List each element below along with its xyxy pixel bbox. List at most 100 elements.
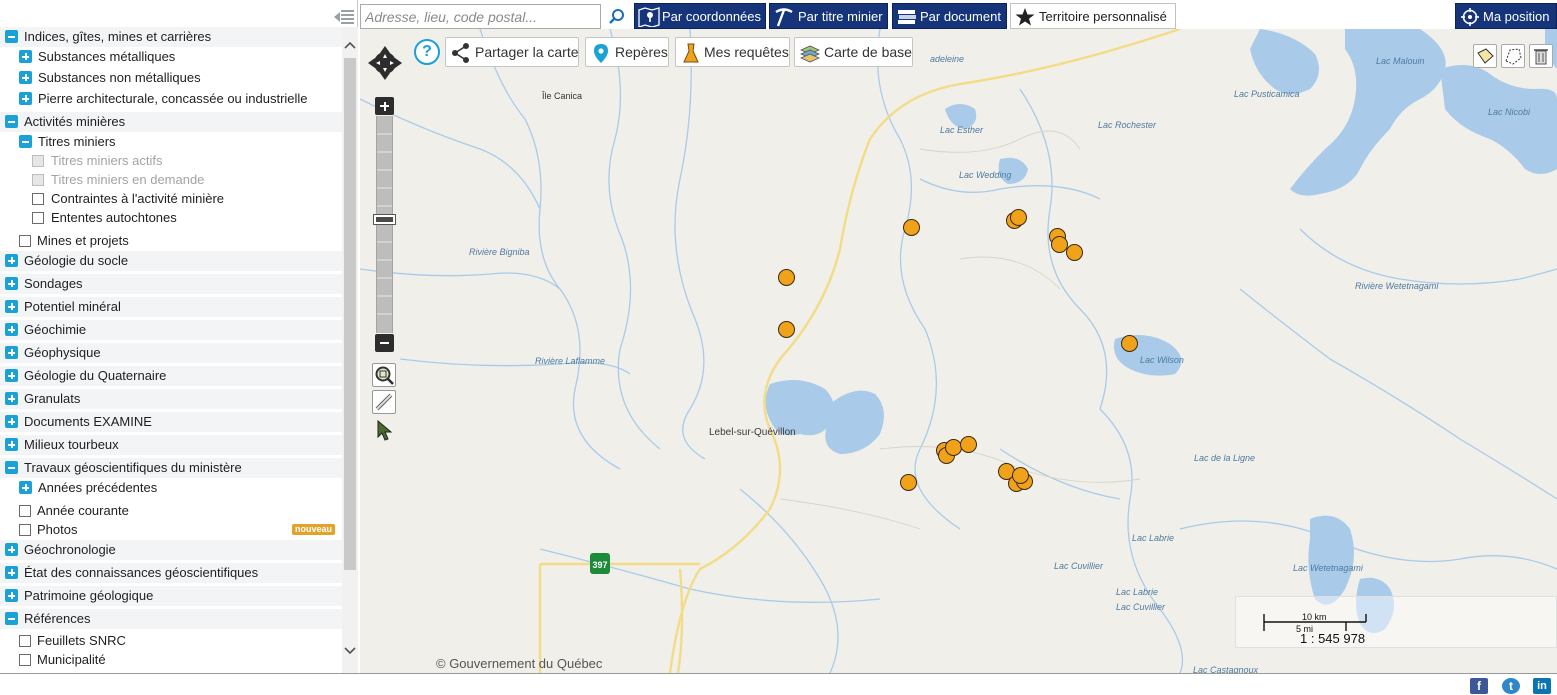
layer-row[interactable]: État des connaissances géoscientifiques: [0, 563, 342, 583]
search-by-document-button[interactable]: Par document: [892, 3, 1007, 29]
collapse-icon[interactable]: [5, 612, 18, 625]
help-button[interactable]: ?: [414, 39, 440, 65]
expand-icon[interactable]: [5, 323, 18, 336]
twitter-icon[interactable]: t: [1502, 678, 1520, 694]
expand-icon[interactable]: [5, 277, 18, 290]
map-marker[interactable]: [1010, 209, 1027, 226]
linkedin-icon[interactable]: in: [1533, 678, 1551, 694]
search-by-mining-title-button[interactable]: Par titre minier: [769, 3, 888, 29]
layer-checkbox[interactable]: [32, 155, 44, 167]
draw-polygon-button[interactable]: [1501, 44, 1525, 68]
my-queries-button[interactable]: Mes requêtes: [675, 37, 790, 67]
expand-icon[interactable]: [5, 438, 18, 451]
reperes-button[interactable]: Repères: [585, 37, 669, 67]
map-marker[interactable]: [778, 269, 795, 286]
layer-row[interactable]: Milieux tourbeux: [0, 435, 342, 455]
expand-icon[interactable]: [19, 71, 32, 84]
expand-icon[interactable]: [5, 543, 18, 556]
facebook-icon[interactable]: f: [1470, 678, 1488, 694]
scroll-up-button[interactable]: [342, 38, 358, 54]
expand-icon[interactable]: [5, 566, 18, 579]
map-canvas[interactable]: Île Canica adeleine Lac Esther Lac Roche…: [360, 29, 1557, 673]
place-label: Île Canica: [542, 91, 583, 101]
map-marker[interactable]: [1012, 467, 1029, 484]
collapse-icon[interactable]: [5, 30, 18, 43]
layer-row[interactable]: Géophysique: [0, 343, 342, 363]
map-marker[interactable]: [960, 436, 977, 453]
star-icon: [1015, 8, 1035, 26]
layer-checkbox[interactable]: [32, 193, 44, 205]
identify-button[interactable]: [374, 419, 396, 441]
map-pin-icon: [638, 7, 660, 27]
basemap-label: Carte de base: [824, 44, 912, 60]
layer-label: Milieux tourbeux: [24, 437, 119, 452]
layer-row[interactable]: Travaux géoscientifiques du ministère: [0, 458, 342, 478]
scroll-down-button[interactable]: [342, 642, 358, 658]
expand-icon[interactable]: [5, 300, 18, 313]
pan-control[interactable]: [366, 43, 404, 83]
map-marker[interactable]: [900, 474, 917, 491]
layer-checkbox[interactable]: [19, 524, 31, 536]
layer-row[interactable]: Documents EXAMINE: [0, 412, 342, 432]
collapse-icon[interactable]: [5, 461, 18, 474]
layer-checkbox[interactable]: [19, 654, 31, 666]
place-label: Lac Cuvillier: [1054, 561, 1104, 571]
place-label: Rivière Wetetnagami: [1355, 281, 1439, 291]
custom-territory-button[interactable]: Territoire personnalisé: [1010, 3, 1176, 29]
layer-row[interactable]: Potentiel minéral: [0, 297, 342, 317]
measure-button[interactable]: [372, 390, 396, 414]
zoom-slider[interactable]: [376, 116, 393, 333]
expand-icon[interactable]: [5, 415, 18, 428]
search-button[interactable]: [603, 4, 630, 29]
place-label: Lac Labrie: [1132, 533, 1175, 543]
expand-icon[interactable]: [19, 92, 32, 105]
layer-row[interactable]: Indices, gîtes, mines et carrières: [0, 27, 342, 47]
delete-drawing-button[interactable]: [1529, 44, 1553, 68]
map-marker[interactable]: [778, 321, 795, 338]
draw-polygon-icon: [1505, 48, 1522, 65]
layer-row[interactable]: Patrimoine géologique: [0, 586, 342, 606]
draw-rectangle-button[interactable]: [1473, 44, 1497, 68]
layer-label: Indices, gîtes, mines et carrières: [24, 29, 212, 44]
layer-label: Substances métalliques: [38, 49, 176, 64]
search-by-coordinates-button[interactable]: Par coordonnées: [634, 3, 766, 29]
layer-row[interactable]: Géochronologie: [0, 540, 342, 560]
basemap-button[interactable]: Carte de base: [794, 37, 913, 67]
zoom-in-button[interactable]: [375, 97, 394, 115]
collapse-icon[interactable]: [5, 115, 18, 128]
layer-row[interactable]: Références: [0, 609, 342, 629]
zoom-out-button[interactable]: [375, 334, 394, 352]
map-marker[interactable]: [1066, 244, 1083, 261]
expand-icon[interactable]: [5, 392, 18, 405]
scrollbar-thumb[interactable]: [344, 58, 356, 570]
expand-icon[interactable]: [5, 589, 18, 602]
collapse-icon[interactable]: [19, 135, 32, 148]
layer-checkbox[interactable]: [19, 505, 31, 517]
my-queries-label: Mes requêtes: [704, 44, 789, 60]
expand-icon[interactable]: [19, 481, 32, 494]
zoom-slider-handle[interactable]: [373, 214, 396, 225]
expand-icon[interactable]: [5, 369, 18, 382]
layer-label: Années précédentes: [38, 480, 158, 495]
share-map-button[interactable]: Partager la carte: [445, 37, 579, 67]
layer-row[interactable]: Géologie du Quaternaire: [0, 366, 342, 386]
collapse-panel-button[interactable]: [331, 6, 357, 28]
expand-icon[interactable]: [5, 346, 18, 359]
layer-row[interactable]: Activités minières: [0, 112, 342, 132]
layer-checkbox[interactable]: [32, 212, 44, 224]
search-input[interactable]: [365, 7, 597, 27]
map-marker[interactable]: [903, 219, 920, 236]
layer-row[interactable]: Sondages: [0, 274, 342, 294]
layer-row[interactable]: Géologie du socle: [0, 251, 342, 271]
map-marker[interactable]: [1121, 335, 1138, 352]
zoom-box-button[interactable]: [372, 363, 396, 387]
layer-checkbox[interactable]: [19, 235, 31, 247]
layer-checkbox[interactable]: [32, 174, 44, 186]
layer-row[interactable]: Granulats: [0, 389, 342, 409]
expand-icon[interactable]: [19, 50, 32, 63]
expand-icon[interactable]: [5, 254, 18, 267]
my-position-button[interactable]: Ma position: [1455, 3, 1557, 29]
place-label: Lac de la Ligne: [1194, 453, 1256, 463]
layer-row[interactable]: Géochimie: [0, 320, 342, 340]
layer-checkbox[interactable]: [19, 635, 31, 647]
